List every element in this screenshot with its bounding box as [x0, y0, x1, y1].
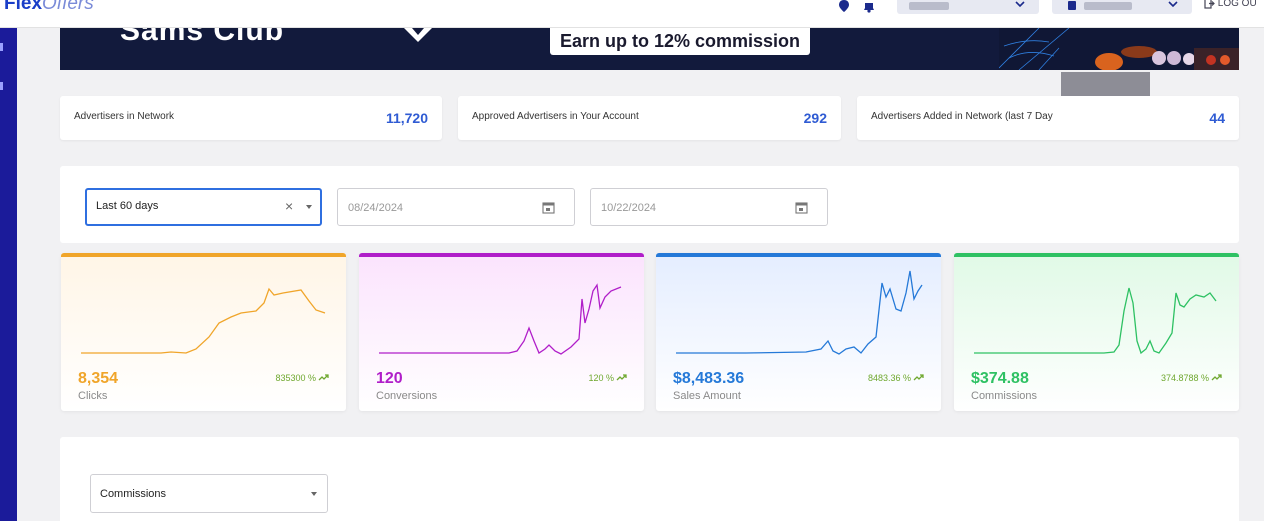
user-badge-icon — [1068, 1, 1076, 10]
card-accent-bar — [656, 253, 941, 257]
sidebar-marker[interactable] — [0, 82, 3, 90]
start-date-input[interactable]: 08/24/2024 — [337, 188, 575, 226]
stat-label: Advertisers in Network — [74, 111, 175, 122]
notification-bell-icon[interactable] — [861, 0, 877, 16]
logout-icon — [1204, 0, 1215, 9]
clicks-value: 8,354 — [78, 370, 119, 387]
metric-select[interactable]: Commissions — [90, 474, 328, 513]
account-selector[interactable] — [897, 0, 1039, 14]
chevron-down-icon — [1168, 1, 1178, 8]
date-range-value: Last 60 days — [96, 200, 159, 212]
chevron-down-icon — [1015, 1, 1025, 8]
end-date-value: 10/22/2024 — [601, 202, 657, 214]
stat-label: Approved Advertisers in Your Account — [472, 111, 639, 122]
clicks-card[interactable]: 8,354 Clicks 835300 % — [61, 253, 346, 411]
dropdown-arrow-icon[interactable] — [311, 492, 317, 496]
metric-select-value: Commissions — [100, 488, 167, 500]
calendar-icon[interactable] — [795, 201, 808, 214]
banner-brand-text: Sams Club — [120, 28, 285, 47]
flexoffers-logo[interactable]: FlexOffers — [4, 0, 94, 15]
stat-value: 292 — [803, 110, 827, 126]
date-range-select[interactable]: Last 60 days × — [85, 188, 322, 226]
sales-amount-label: Sales Amount — [673, 390, 741, 402]
commissions-label: Commissions — [971, 390, 1038, 402]
logout-label: LOG OU — [1217, 0, 1257, 10]
dropdown-arrow-icon[interactable] — [306, 205, 312, 209]
stat-value: 11,720 — [385, 110, 428, 126]
conversions-change: 120 % — [588, 373, 614, 383]
redacted-text — [1084, 2, 1132, 10]
stat-label: Advertisers Added in Network (last 7 Day — [871, 111, 1053, 122]
calendar-icon[interactable] — [542, 201, 555, 214]
card-accent-bar — [359, 253, 644, 257]
promo-banner[interactable]: Sams Club Earn up to 12% commission — [60, 28, 1239, 70]
trending-up-icon — [318, 374, 329, 381]
commissions-value: $374.88 — [971, 370, 1029, 387]
card-accent-bar — [954, 253, 1239, 257]
commissions-change: 374.8788 % — [1160, 373, 1209, 383]
clicks-label: Clicks — [78, 390, 108, 402]
diamond-logo-icon — [404, 28, 432, 42]
sales-amount-value: $8,483.36 — [673, 370, 745, 387]
start-date-value: 08/24/2024 — [348, 202, 404, 214]
halloween-decoration-image — [999, 28, 1239, 70]
banner-promo-text: Earn up to 12% commission — [550, 28, 810, 55]
commissions-card[interactable]: $374.88 Commissions 374.8788 % — [954, 253, 1239, 411]
user-selector[interactable] — [1052, 0, 1192, 14]
location-pin-icon[interactable] — [836, 0, 852, 16]
chart-panel: Commissions — [60, 437, 1239, 521]
top-bar: FlexOffers LOG OU — [0, 0, 1264, 28]
stat-card-advertisers-added: Advertisers Added in Network (last 7 Day… — [857, 96, 1239, 140]
clicks-change: 835300 % — [275, 373, 316, 383]
sales-amount-change: 8483.36 % — [867, 373, 911, 383]
conversions-value: 120 — [376, 370, 403, 387]
stat-card-approved-advertisers: Approved Advertisers in Your Account 292 — [458, 96, 841, 140]
conversions-label: Conversions — [376, 390, 438, 402]
sidebar-marker[interactable] — [0, 43, 3, 51]
end-date-input[interactable]: 10/22/2024 — [590, 188, 828, 226]
sidebar — [0, 28, 17, 521]
filter-panel: Last 60 days × 08/24/2024 10/22/2024 — [60, 166, 1239, 243]
conversions-card[interactable]: 120 Conversions 120 % — [359, 253, 644, 411]
stat-card-advertisers-network: Advertisers in Network 11,720 — [60, 96, 442, 140]
trending-up-icon — [913, 374, 924, 381]
sales-amount-card[interactable]: $8,483.36 Sales Amount 8483.36 % — [656, 253, 941, 411]
trending-up-icon — [1211, 374, 1222, 381]
logout-button[interactable]: LOG OU — [1204, 0, 1257, 9]
clear-icon[interactable]: × — [285, 198, 293, 214]
redacted-text — [909, 2, 949, 10]
card-accent-bar — [61, 253, 346, 257]
trending-up-icon — [616, 374, 627, 381]
stat-value: 44 — [1209, 110, 1225, 126]
